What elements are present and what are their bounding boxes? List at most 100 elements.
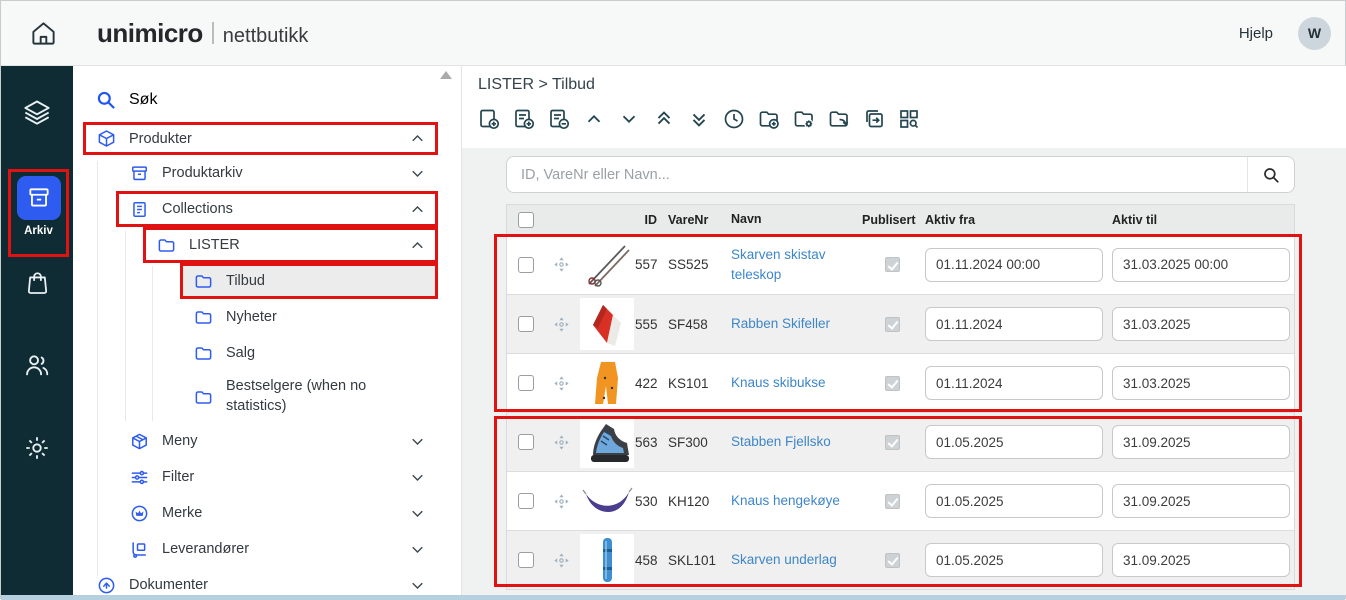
cell-varenr: SKL101 — [659, 553, 725, 568]
product-image-ski-poles — [580, 239, 634, 291]
nav-panel: Søk Produkter Produktarkiv — [73, 66, 462, 595]
drag-handle[interactable] — [544, 375, 579, 392]
nav-item-leverandorer[interactable]: Leverandører — [116, 531, 438, 567]
main-area: LISTER > Tilbud — [462, 66, 1346, 595]
row-checkbox[interactable] — [518, 552, 534, 568]
row-checkbox[interactable] — [518, 434, 534, 450]
nav-item-collections[interactable]: Collections — [116, 191, 438, 227]
chevron-up-icon — [410, 131, 435, 146]
nav-item-filter[interactable]: Filter — [116, 459, 438, 495]
nav-scroll-up-arrow[interactable] — [440, 71, 452, 79]
nav-item-tilbud[interactable]: Tilbud — [180, 263, 438, 299]
drag-handle[interactable] — [544, 552, 579, 569]
drag-handle[interactable] — [544, 256, 579, 273]
drag-handle[interactable] — [544, 434, 579, 451]
nav-item-meny[interactable]: Meny — [116, 423, 438, 459]
nav-item-label: LISTER — [189, 237, 240, 253]
aktiv-fra-input[interactable] — [925, 307, 1103, 341]
aktiv-til-input[interactable] — [1112, 366, 1290, 400]
nav-item-label: Produkter — [129, 131, 192, 147]
cell-id: 422 — [635, 376, 659, 391]
drag-handle[interactable] — [544, 493, 579, 510]
product-link[interactable]: Knaus skibukse — [731, 375, 826, 390]
aktiv-fra-input[interactable] — [925, 425, 1103, 459]
nav-search[interactable]: Søk — [83, 82, 438, 118]
product-link[interactable]: Skarven skistav teleskop — [731, 247, 826, 282]
move-to-folder-button[interactable] — [826, 106, 852, 132]
cube-icon — [129, 431, 149, 451]
copy-to-folder-button[interactable] — [861, 106, 887, 132]
folder-settings-button[interactable] — [791, 106, 817, 132]
user-avatar[interactable]: W — [1298, 17, 1331, 50]
aktiv-fra-input[interactable] — [925, 543, 1103, 577]
add-item-button[interactable] — [476, 106, 502, 132]
rail-item-archive[interactable] — [17, 176, 61, 220]
shopping-bag-icon — [24, 269, 51, 296]
select-all-checkbox[interactable] — [518, 212, 534, 228]
nav-item-merke[interactable]: Merke — [116, 495, 438, 531]
rail-item-users[interactable] — [1, 351, 73, 379]
product-search-input[interactable] — [507, 157, 1247, 192]
logo-product: nettbutikk — [223, 25, 309, 48]
cell-id: 530 — [635, 494, 659, 509]
aktiv-til-input[interactable] — [1112, 307, 1290, 341]
product-link[interactable]: Rabben Skifeller — [731, 316, 830, 331]
schedule-button[interactable] — [721, 106, 747, 132]
toolbar — [476, 106, 922, 132]
add-folder-button[interactable] — [756, 106, 782, 132]
cell-varenr: KH120 — [659, 494, 725, 509]
aktiv-til-input[interactable] — [1112, 543, 1290, 577]
help-link[interactable]: Hjelp — [1239, 25, 1273, 42]
drag-handle[interactable] — [544, 316, 579, 333]
product-table: ID VareNr Navn Publisert Aktiv fra Aktiv… — [506, 204, 1295, 590]
cell-varenr: SF300 — [659, 435, 725, 450]
nav-item-produkter[interactable]: Produkter — [83, 122, 438, 155]
rail-item-layers[interactable] — [1, 98, 73, 126]
aktiv-til-input[interactable] — [1112, 248, 1290, 282]
home-icon — [30, 20, 57, 47]
aktiv-til-input[interactable] — [1112, 484, 1290, 518]
aktiv-til-input[interactable] — [1112, 425, 1290, 459]
publisert-checkbox[interactable] — [885, 376, 900, 391]
row-checkbox[interactable] — [518, 316, 534, 332]
nav-item-nyheter[interactable]: Nyheter — [180, 299, 438, 335]
rail-item-settings[interactable] — [1, 434, 73, 462]
aktiv-fra-input[interactable] — [925, 366, 1103, 400]
product-link[interactable]: Knaus hengekøye — [731, 493, 840, 508]
publisert-checkbox[interactable] — [885, 317, 900, 332]
publisert-checkbox[interactable] — [885, 494, 900, 509]
nav-item-salg[interactable]: Salg — [180, 335, 438, 371]
nav-item-label: Produktarkiv — [162, 165, 243, 181]
aktiv-fra-input[interactable] — [925, 248, 1103, 282]
remove-list-item-button[interactable] — [546, 106, 572, 132]
nav-item-dokumenter[interactable]: Dokumenter — [83, 567, 438, 595]
row-checkbox[interactable] — [518, 493, 534, 509]
publisert-checkbox[interactable] — [885, 257, 900, 272]
rail-item-archive-annotation: Arkiv — [8, 169, 69, 257]
aktiv-fra-input[interactable] — [925, 484, 1103, 518]
folder-icon — [193, 307, 213, 327]
tree-guide-line — [152, 266, 153, 421]
product-link[interactable]: Skarven underlag — [731, 552, 837, 567]
product-link[interactable]: Stabben Fjellsko — [731, 434, 831, 449]
publisert-checkbox[interactable] — [885, 435, 900, 450]
nav-item-label: Filter — [162, 469, 194, 485]
row-checkbox[interactable] — [518, 257, 534, 273]
archive-icon — [129, 163, 149, 183]
add-list-item-button[interactable] — [511, 106, 537, 132]
publisert-checkbox[interactable] — [885, 553, 900, 568]
move-down-button[interactable] — [616, 106, 642, 132]
nav-item-lister[interactable]: LISTER — [143, 227, 438, 263]
search-submit-button[interactable] — [1247, 157, 1294, 192]
rail-item-shop[interactable] — [1, 269, 73, 296]
move-up-button[interactable] — [581, 106, 607, 132]
home-button[interactable] — [25, 15, 61, 51]
move-bottom-button[interactable] — [686, 106, 712, 132]
users-icon — [23, 351, 51, 379]
browse-grid-button[interactable] — [896, 106, 922, 132]
row-checkbox[interactable] — [518, 375, 534, 391]
nav-item-bestselgere[interactable]: Bestselgere (when no statistics) — [180, 371, 438, 423]
sliders-icon — [129, 467, 149, 487]
nav-item-produktarkiv[interactable]: Produktarkiv — [116, 155, 438, 191]
move-top-button[interactable] — [651, 106, 677, 132]
